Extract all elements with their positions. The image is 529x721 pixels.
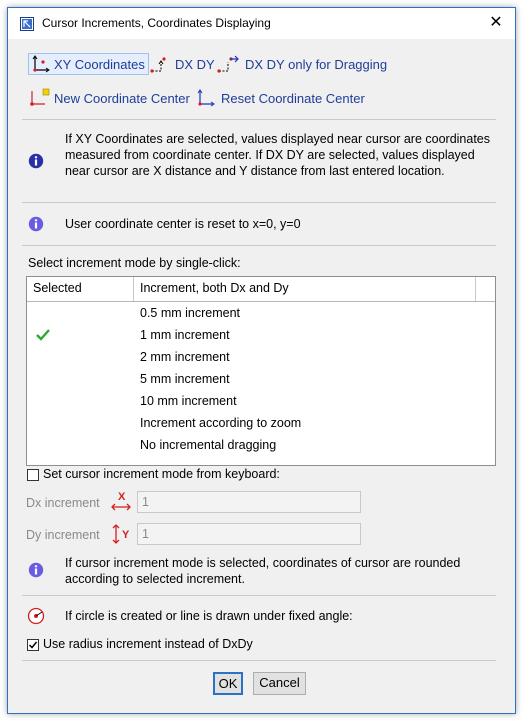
separator — [22, 245, 496, 246]
info-icon — [28, 153, 44, 169]
table-row[interactable]: 2 mm increment — [27, 347, 495, 369]
increment-table: Selected Increment, both Dx and Dy 0.5 m… — [26, 276, 496, 466]
table-header: Selected Increment, both Dx and Dy — [27, 277, 495, 302]
cancel-button[interactable]: Cancel — [253, 672, 306, 695]
dxdy-drag-label: DX DY only for Dragging — [245, 56, 388, 72]
new-center-label: New Coordinate Center — [54, 90, 190, 106]
separator — [22, 202, 496, 203]
table-row[interactable]: 10 mm increment — [27, 391, 495, 413]
dx-increment-input[interactable] — [137, 491, 361, 513]
increment-option-label: 2 mm increment — [140, 350, 230, 364]
reset-center-button[interactable]: Reset Coordinate Center — [196, 87, 365, 109]
table-row[interactable]: Increment according to zoom — [27, 413, 495, 435]
center-reset-text: User coordinate center is reset to x=0, … — [65, 217, 301, 231]
keyboard-mode-label: Set cursor increment mode from keyboard: — [43, 467, 280, 481]
window-title: Cursor Increments, Coordinates Displayin… — [42, 16, 271, 30]
table-row[interactable]: 1 mm increment — [27, 325, 495, 347]
increment-option-label: 0.5 mm increment — [140, 306, 241, 320]
separator — [22, 119, 496, 120]
dxdy-label: DX DY — [175, 56, 215, 72]
increment-prompt: Select increment mode by single-click: — [28, 256, 241, 270]
rounding-note: If cursor increment mode is selected, co… — [65, 556, 461, 586]
dy-arrow-icon: Y — [112, 524, 130, 544]
column-divider — [475, 277, 476, 301]
table-row[interactable]: 5 mm increment — [27, 369, 495, 391]
radius-increment-label: Use radius increment instead of DxDy — [43, 637, 253, 651]
dxdy-icon — [150, 57, 166, 73]
app-icon — [20, 17, 34, 31]
close-button[interactable]: ✕ — [485, 12, 507, 34]
new-center-icon — [30, 88, 50, 106]
dxdy-button[interactable]: DX DY — [149, 53, 215, 75]
increment-option-label: 1 mm increment — [140, 328, 230, 342]
reset-center-icon — [197, 89, 215, 107]
column-header-selected[interactable]: Selected — [33, 281, 82, 295]
dxdy-drag-icon — [217, 55, 239, 73]
reset-center-label: Reset Coordinate Center — [221, 90, 365, 106]
column-divider — [133, 277, 134, 301]
increment-option-label: No incremental dragging — [140, 438, 277, 452]
keyboard-mode-checkbox[interactable] — [27, 469, 39, 481]
xy-coordinates-button[interactable]: XY Coordinates — [28, 53, 149, 75]
separator — [22, 660, 496, 661]
xy-axes-icon — [32, 55, 50, 73]
table-row[interactable]: 0.5 mm increment — [27, 303, 495, 325]
info-icon — [28, 562, 44, 578]
title-bar: Cursor Increments, Coordinates Displayin… — [8, 8, 515, 39]
increment-option-label: Increment according to zoom — [140, 416, 302, 430]
svg-text:X: X — [118, 491, 126, 503]
dialog-window: Cursor Increments, Coordinates Displayin… — [7, 7, 516, 714]
circle-icon — [27, 607, 45, 625]
table-row[interactable]: No incremental dragging — [27, 435, 495, 457]
new-center-button[interactable]: New Coordinate Center — [28, 87, 190, 109]
increment-option-label: 5 mm increment — [140, 372, 230, 386]
checkmark-icon — [28, 641, 38, 649]
separator — [22, 595, 496, 596]
xy-explanation-text: If XY Coordinates are selected, values d… — [65, 132, 491, 178]
dxdy-drag-button[interactable]: DX DY only for Dragging — [216, 53, 387, 75]
xy-coordinates-label: XY Coordinates — [54, 56, 145, 72]
checkmark-icon — [36, 329, 50, 341]
dy-increment-label: Dy increment — [26, 528, 100, 542]
info-icon — [28, 216, 44, 232]
increment-option-label: 10 mm increment — [140, 394, 237, 408]
radius-increment-checkbox[interactable] — [27, 639, 39, 651]
dx-arrow-icon: X — [111, 491, 131, 511]
dy-increment-input[interactable] — [137, 523, 361, 545]
dx-increment-label: Dx increment — [26, 496, 100, 510]
circle-note: If circle is created or line is drawn un… — [65, 609, 353, 623]
column-header-increment[interactable]: Increment, both Dx and Dy — [140, 281, 289, 295]
ok-button[interactable]: OK — [213, 672, 243, 695]
svg-text:Y: Y — [122, 529, 130, 541]
